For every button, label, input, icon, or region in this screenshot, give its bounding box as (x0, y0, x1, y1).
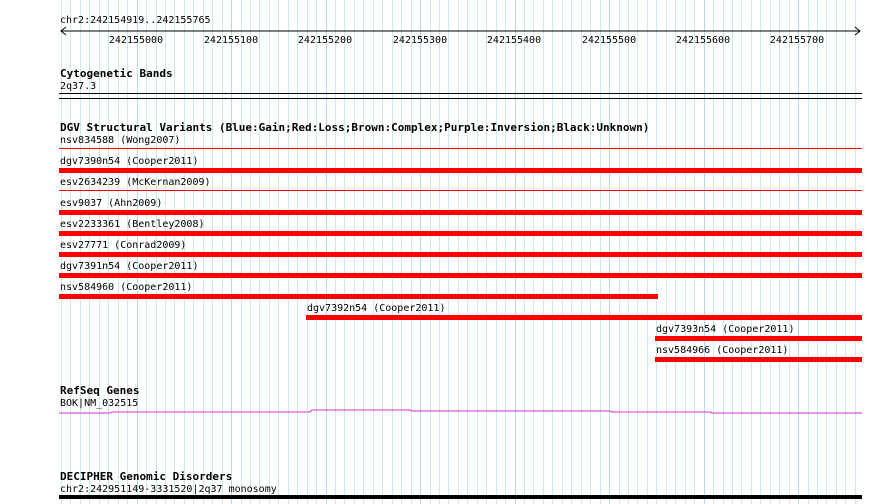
variant-bar[interactable] (59, 252, 862, 257)
variant-bar[interactable] (59, 210, 862, 215)
decipher-track-title: DECIPHER Genomic Disorders (60, 470, 233, 483)
track-separator (59, 98, 862, 99)
cytoband-track-title: Cytogenetic Bands (60, 67, 173, 80)
variant-bar[interactable] (59, 231, 862, 236)
variant-label: esv2233361 (Bentley2008) (60, 219, 205, 230)
ruler-tick-label: 242155700 (769, 35, 825, 46)
variant-bar[interactable] (59, 273, 862, 278)
gene-model[interactable] (0, 405, 890, 419)
ruler-range-label: chr2:242154919..242155765 (60, 15, 211, 26)
ruler-tick-label: 242155300 (392, 35, 448, 46)
variant-label: dgv7392n54 (Cooper2011) (307, 303, 446, 314)
variant-label: esv2634239 (McKernan2009) (60, 177, 211, 188)
variant-label: nsv584960 (Cooper2011) (60, 282, 193, 293)
cytoband-label: 2q37.3 (60, 81, 97, 92)
variant-bar[interactable] (59, 148, 862, 149)
variant-label: dgv7390n54 (Cooper2011) (60, 156, 199, 167)
variant-label: esv9037 (Ahn2009) (60, 198, 163, 209)
variant-bar[interactable] (59, 294, 658, 299)
variant-bar[interactable] (655, 357, 862, 362)
dgv-track-title: DGV Structural Variants (Blue:Gain;Red:L… (60, 121, 650, 134)
decipher-label: chr2:242951149-3331520|2q37 monosomy (60, 484, 277, 495)
variant-bar[interactable] (59, 168, 862, 173)
cytoband-bar[interactable] (59, 93, 862, 94)
variant-bar[interactable] (59, 190, 862, 191)
variant-label: dgv7393n54 (Cooper2011) (656, 324, 795, 335)
variant-bar[interactable] (306, 315, 862, 320)
variant-label: esv27771 (Conrad2009) (60, 240, 187, 251)
refseq-track-title: RefSeq Genes (60, 384, 140, 397)
ruler-tick-label: 242155500 (581, 35, 637, 46)
decipher-bar[interactable] (59, 495, 862, 499)
variant-label: dgv7391n54 (Cooper2011) (60, 261, 199, 272)
ruler-tick-label: 242155200 (297, 35, 353, 46)
variant-label: nsv584966 (Cooper2011) (656, 345, 789, 356)
ruler-tick-label: 242155100 (203, 35, 259, 46)
ruler-tick-label: 242155600 (675, 35, 731, 46)
variant-bar[interactable] (655, 336, 862, 341)
variant-label: nsv834588 (Wong2007) (60, 135, 181, 146)
ruler-tick-label: 242155000 (108, 35, 164, 46)
ruler-tick-label: 242155400 (486, 35, 542, 46)
